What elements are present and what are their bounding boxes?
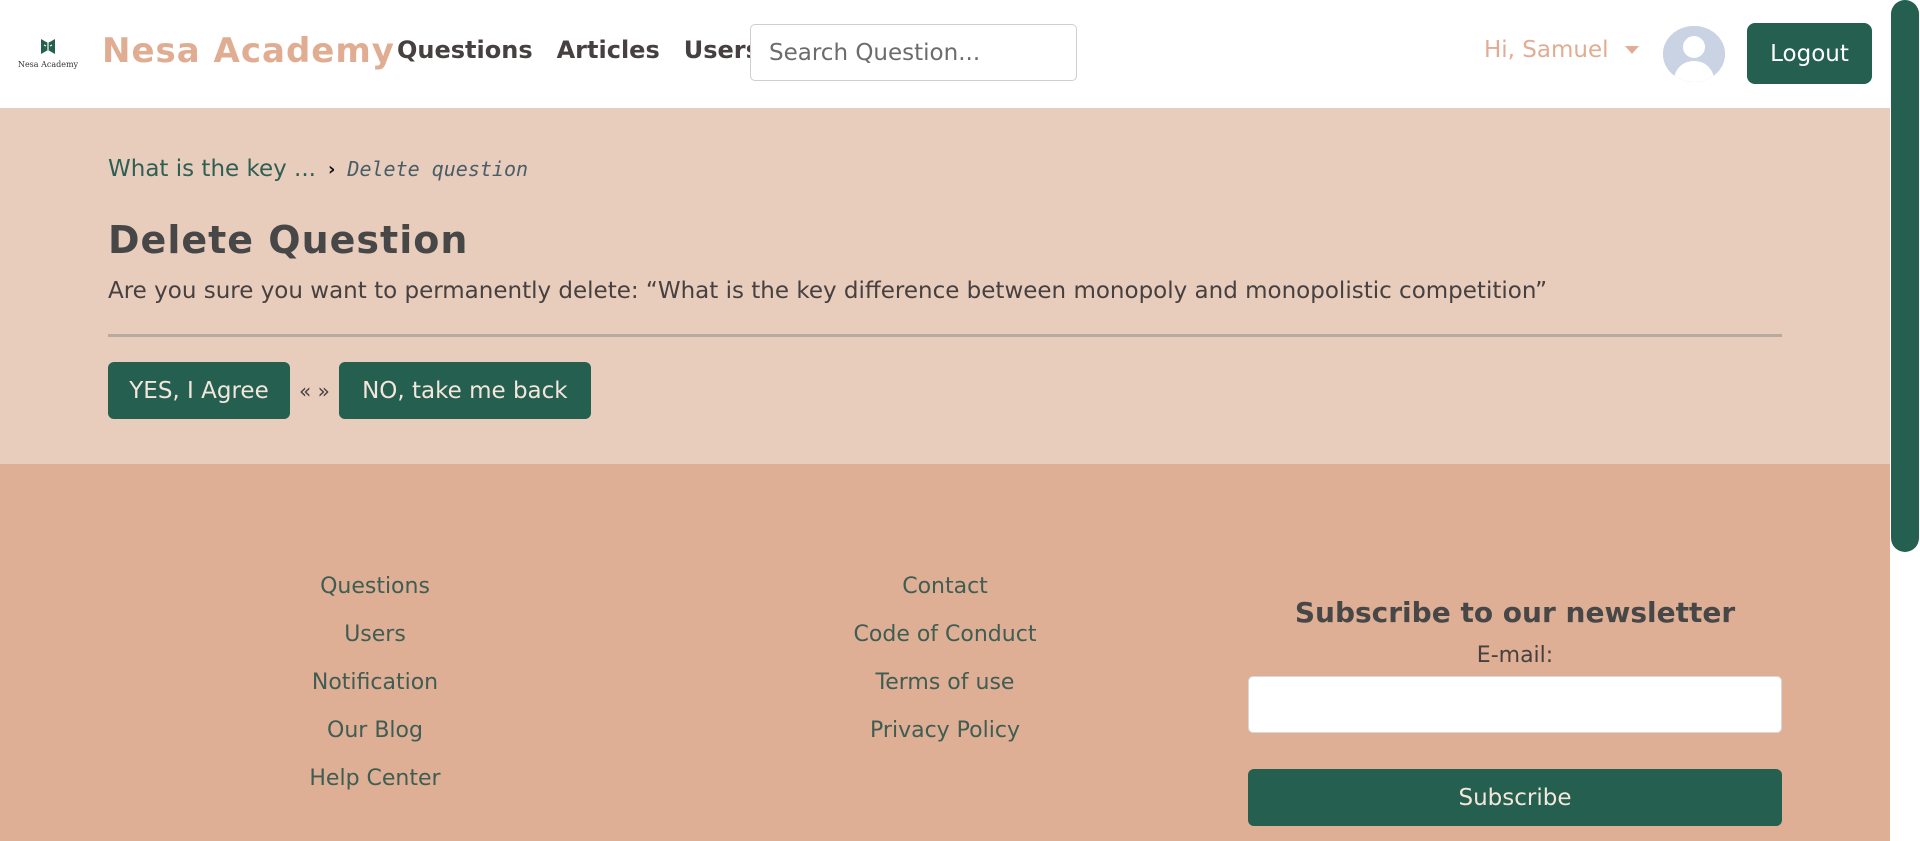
- footer-link-help-center[interactable]: Help Center: [309, 764, 440, 794]
- footer-link-code-of-conduct[interactable]: Code of Conduct: [854, 620, 1037, 650]
- scrollbar-thumb[interactable]: [1891, 0, 1919, 552]
- footer-link-questions[interactable]: Questions: [320, 572, 430, 602]
- nav-users[interactable]: Users: [684, 36, 760, 64]
- action-buttons: YES, I Agree « » NO, take me back: [108, 362, 591, 419]
- newsletter-form: Subscribe to our newsletter E-mail: Subs…: [1248, 596, 1782, 826]
- footer: Questions Users Notification Our Blog He…: [0, 464, 1890, 841]
- academy-book-logo-icon: [41, 39, 55, 54]
- user-greeting: Hi, Samuel: [1484, 37, 1609, 63]
- user-menu-dropdown[interactable]: Hi, Samuel: [1484, 37, 1639, 63]
- footer-link-our-blog[interactable]: Our Blog: [327, 716, 423, 746]
- footer-links-col2: Contact Code of Conduct Terms of use Pri…: [795, 572, 1095, 746]
- newsletter-title: Subscribe to our newsletter: [1294, 596, 1736, 629]
- page: Nesa Academy Nesa Academy Questions Arti…: [0, 0, 1920, 841]
- yes-agree-button[interactable]: YES, I Agree: [108, 362, 290, 419]
- nav-questions[interactable]: Questions: [397, 36, 533, 64]
- nav-articles[interactable]: Articles: [557, 36, 660, 64]
- confirm-message: Are you sure you want to permanently del…: [108, 278, 1548, 304]
- breadcrumb-current: Delete question: [347, 157, 529, 181]
- footer-link-privacy-policy[interactable]: Privacy Policy: [870, 716, 1020, 746]
- brand-logo[interactable]: Nesa Academy: [17, 36, 79, 72]
- avatar-silhouette: [1663, 26, 1725, 82]
- subscribe-button[interactable]: Subscribe: [1248, 769, 1782, 826]
- delete-question-section: What is the key ... › Delete question De…: [0, 108, 1890, 464]
- user-avatar-icon[interactable]: [1663, 26, 1725, 82]
- chevron-right-icon: ›: [328, 158, 336, 180]
- footer-link-notification[interactable]: Notification: [312, 668, 438, 698]
- logo-caption: Nesa Academy: [17, 60, 79, 69]
- divider: [108, 334, 1782, 337]
- brand-name[interactable]: Nesa Academy: [102, 31, 395, 71]
- breadcrumb-parent-link[interactable]: What is the key ...: [108, 156, 316, 182]
- email-label: E-mail:: [1476, 643, 1554, 668]
- footer-link-contact[interactable]: Contact: [902, 572, 988, 602]
- button-separator: « »: [299, 378, 330, 403]
- email-field[interactable]: [1248, 676, 1782, 733]
- navbar: Nesa Academy Nesa Academy Questions Arti…: [0, 0, 1890, 108]
- footer-links-col1: Questions Users Notification Our Blog He…: [225, 572, 525, 794]
- footer-link-users[interactable]: Users: [344, 620, 406, 650]
- breadcrumb: What is the key ... › Delete question: [108, 156, 528, 182]
- search-input[interactable]: [750, 24, 1077, 81]
- no-take-me-back-button[interactable]: NO, take me back: [338, 362, 591, 419]
- main-nav: Questions Articles Users: [397, 36, 760, 64]
- page-title: Delete Question: [108, 218, 469, 262]
- footer-link-terms-of-use[interactable]: Terms of use: [876, 668, 1015, 698]
- caret-down-icon: [1624, 46, 1639, 54]
- logout-button[interactable]: Logout: [1747, 23, 1872, 84]
